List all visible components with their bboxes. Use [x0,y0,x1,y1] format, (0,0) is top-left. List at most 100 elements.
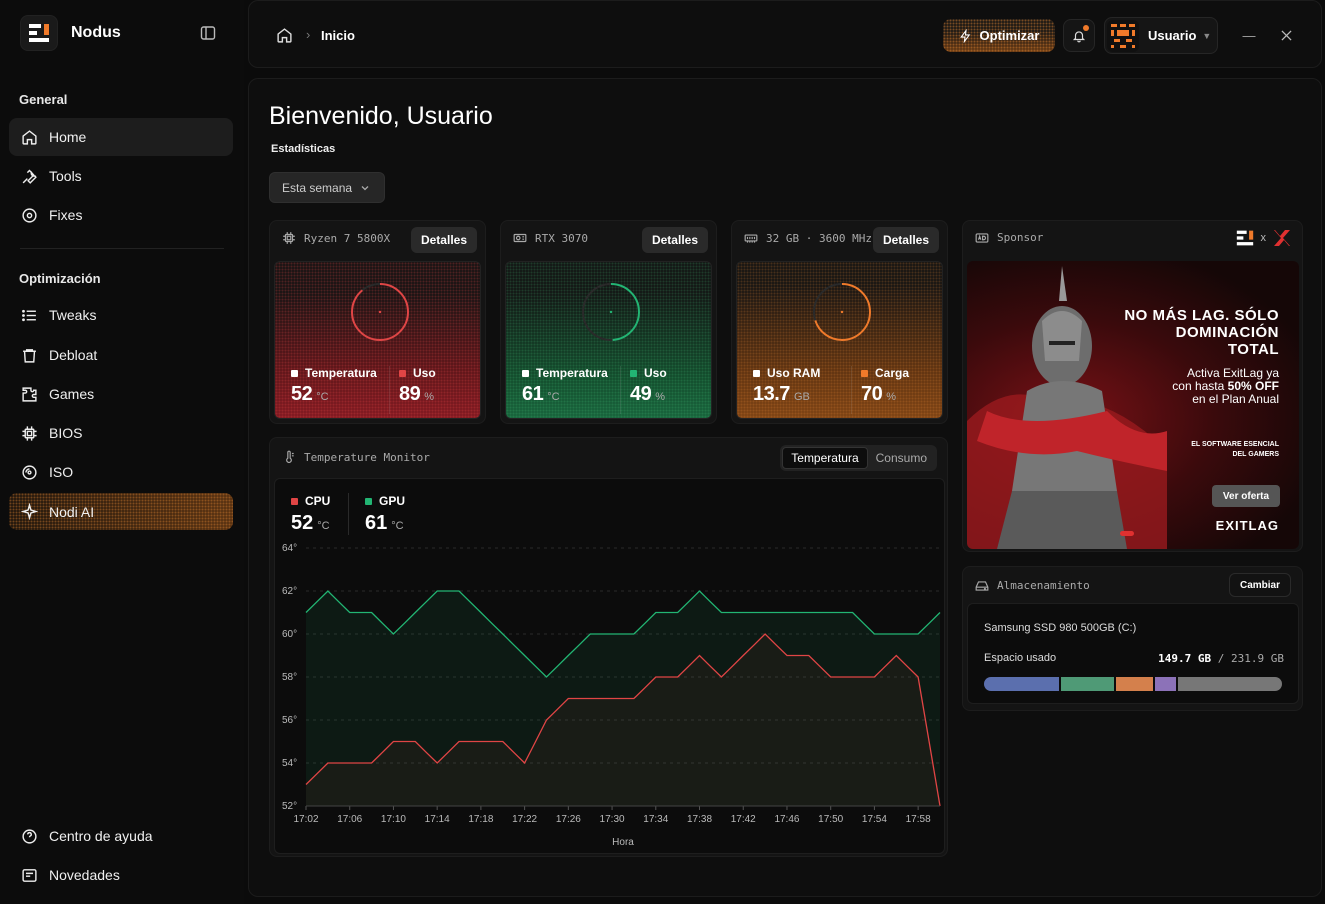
minimize-button[interactable]: — [1242,27,1256,43]
x-tick-label: 17:14 [425,814,450,825]
ad-headline: NO MÁS LAG. SÓLO DOMINACIÓN TOTAL [1124,307,1279,358]
sponsor-logos: x [1235,229,1293,247]
sidebar-item-label: Debloat [49,347,98,363]
bolt-icon [959,28,970,43]
ram-name: 32 GB · 3600 MHz [766,231,872,245]
sidebar-item-label: Tweaks [49,307,97,323]
ram-usage-value: 13.7 GB [753,383,810,405]
x-tick-label: 17:06 [337,814,362,825]
sidebar-item-iso[interactable]: ISO [9,453,233,491]
section-optimizacion: Optimización [19,271,101,286]
wrench-icon [20,167,38,185]
user-name: Usuario [1148,28,1197,43]
gpu-card-header: RTX 3070 [513,231,588,245]
x-tick-label: 17:30 [600,814,625,825]
gpu-details-button[interactable]: Detalles [641,227,708,253]
sponsor-banner[interactable]: NO MÁS LAG. SÓLO DOMINACIÓN TOTAL Activa… [967,261,1299,549]
ram-stats-panel: Uso RAM 13.7 GB Carga 70% [736,261,943,419]
sidebar-item-tweaks[interactable]: Tweaks [9,296,233,334]
x-tick-label: 17:42 [731,814,756,825]
news-icon [20,866,38,884]
sidebar-item-help[interactable]: Centro de ayuda [9,817,233,855]
notifications-button[interactable] [1063,19,1095,52]
x-tick-label: 17:50 [818,814,843,825]
sidebar-item-fixes[interactable]: Fixes [9,196,233,234]
temperature-chart: CPU 52 °C GPU 61 °C 52° 54° 56° 58° 60° 62° 64° 1… [274,478,945,854]
change-drive-button[interactable]: Cambiar [1228,573,1291,597]
ad-offer-button[interactable]: Ver oferta [1212,485,1280,507]
ram-usage-key: Uso RAM [753,366,820,380]
sidebar-item-games[interactable]: Games [9,375,233,413]
breadcrumb-home-icon[interactable] [276,27,294,45]
tab-consumo[interactable]: Consumo [868,447,935,469]
cpu-temp-value: 52 °C [291,383,329,405]
y-tick-label: 64° [282,543,297,554]
x-tick-label: 17:38 [687,814,712,825]
sponsor-card: Sponsor x NO MÁS LAG. SÓLO DOMINACIÓN TO… [962,220,1303,552]
y-tick-label: 54° [282,758,297,769]
breadcrumb-current[interactable]: Inicio [321,28,355,43]
y-tick-label: 56° [282,715,297,726]
avatar [1107,19,1139,52]
y-tick-label: 52° [282,801,297,812]
sponsor-header: Sponsor [975,231,1043,244]
sidebar-item-home[interactable]: Home [9,118,233,156]
x-tick-label: 17:34 [643,814,668,825]
period-value: Esta semana [282,180,353,195]
gpu-icon [513,233,527,243]
sidebar-item-bios[interactable]: BIOS [9,414,233,452]
sidebar-item-label: Fixes [49,207,83,223]
cpu-usage-ring [351,283,409,341]
storage-segment [1115,677,1154,691]
ram-usage-ring [813,283,871,341]
stat-separator [620,366,621,414]
stat-separator [851,366,852,414]
close-button[interactable] [1278,27,1294,43]
sidebar-item-debloat[interactable]: Debloat [9,336,233,374]
x-tick-label: 17:18 [468,814,493,825]
sidebar-divider [20,248,224,249]
ram-load-value: 70% [861,383,897,405]
sidebar-item-nodi-ai[interactable]: Nodi AI [9,493,233,530]
tab-temperatura[interactable]: Temperatura [782,447,868,469]
storage-bar [984,677,1282,691]
gpu-usage-value: 49% [630,383,666,405]
ram-card-header: 32 GB · 3600 MHz [744,231,872,245]
ram-load-key: Carga [861,366,909,380]
sparkle-icon [20,503,38,521]
sidebar-toggle-icon[interactable] [200,25,216,41]
period-select[interactable]: Esta semana [269,172,385,203]
x-tick-label: 17:54 [862,814,887,825]
x-axis-label: Hora [612,837,634,848]
y-tick-label: 58° [282,672,297,683]
knight-illustration [967,266,1167,549]
ram-card: 32 GB · 3600 MHz Detalles Uso RAM 13.7 GB… [731,220,948,424]
cpu-stats-panel: Temperatura 52 °C Uso 89% [274,261,481,419]
list-icon [20,306,38,324]
carousel-indicator[interactable] [1120,531,1134,536]
drive-name: Samsung SSD 980 500GB (C:) [984,622,1137,634]
cpu-card: Ryzen 7 5800X Detalles Temperatura 52 °C … [269,220,486,424]
gpu-name: RTX 3070 [535,231,588,245]
x-tick-label: 17:10 [381,814,406,825]
sidebar-item-label: Games [49,386,95,402]
close-icon [1280,29,1292,41]
sidebar-item-label: Home [49,129,87,145]
storage-segment [984,677,1060,691]
user-menu-button[interactable]: Usuario ▼ [1104,17,1218,54]
fix-icon [20,206,38,224]
ram-details-button[interactable]: Detalles [872,227,939,253]
app-window: Nodus General Home Tools Fixes Optimizac… [0,0,1325,904]
nodus-logo [20,15,58,51]
sidebar-item-tools[interactable]: Tools [9,157,233,195]
exitlag-wordmark: EXITLAG [1215,518,1279,533]
optimize-button[interactable]: Optimizar [943,19,1055,52]
sidebar-item-news[interactable]: Novedades [9,856,233,894]
cpu-temp-key: Temperatura [291,366,377,380]
x-tick-label: 17:02 [293,814,318,825]
cpu-details-button[interactable]: Detalles [410,227,477,253]
chevron-down-icon [361,185,369,190]
temperature-monitor-card: Temperature Monitor Temperatura Consumo … [269,437,948,857]
cpu-name: Ryzen 7 5800X [304,231,391,245]
gpu-stats-panel: Temperatura 61 °C Uso 49% [505,261,712,419]
